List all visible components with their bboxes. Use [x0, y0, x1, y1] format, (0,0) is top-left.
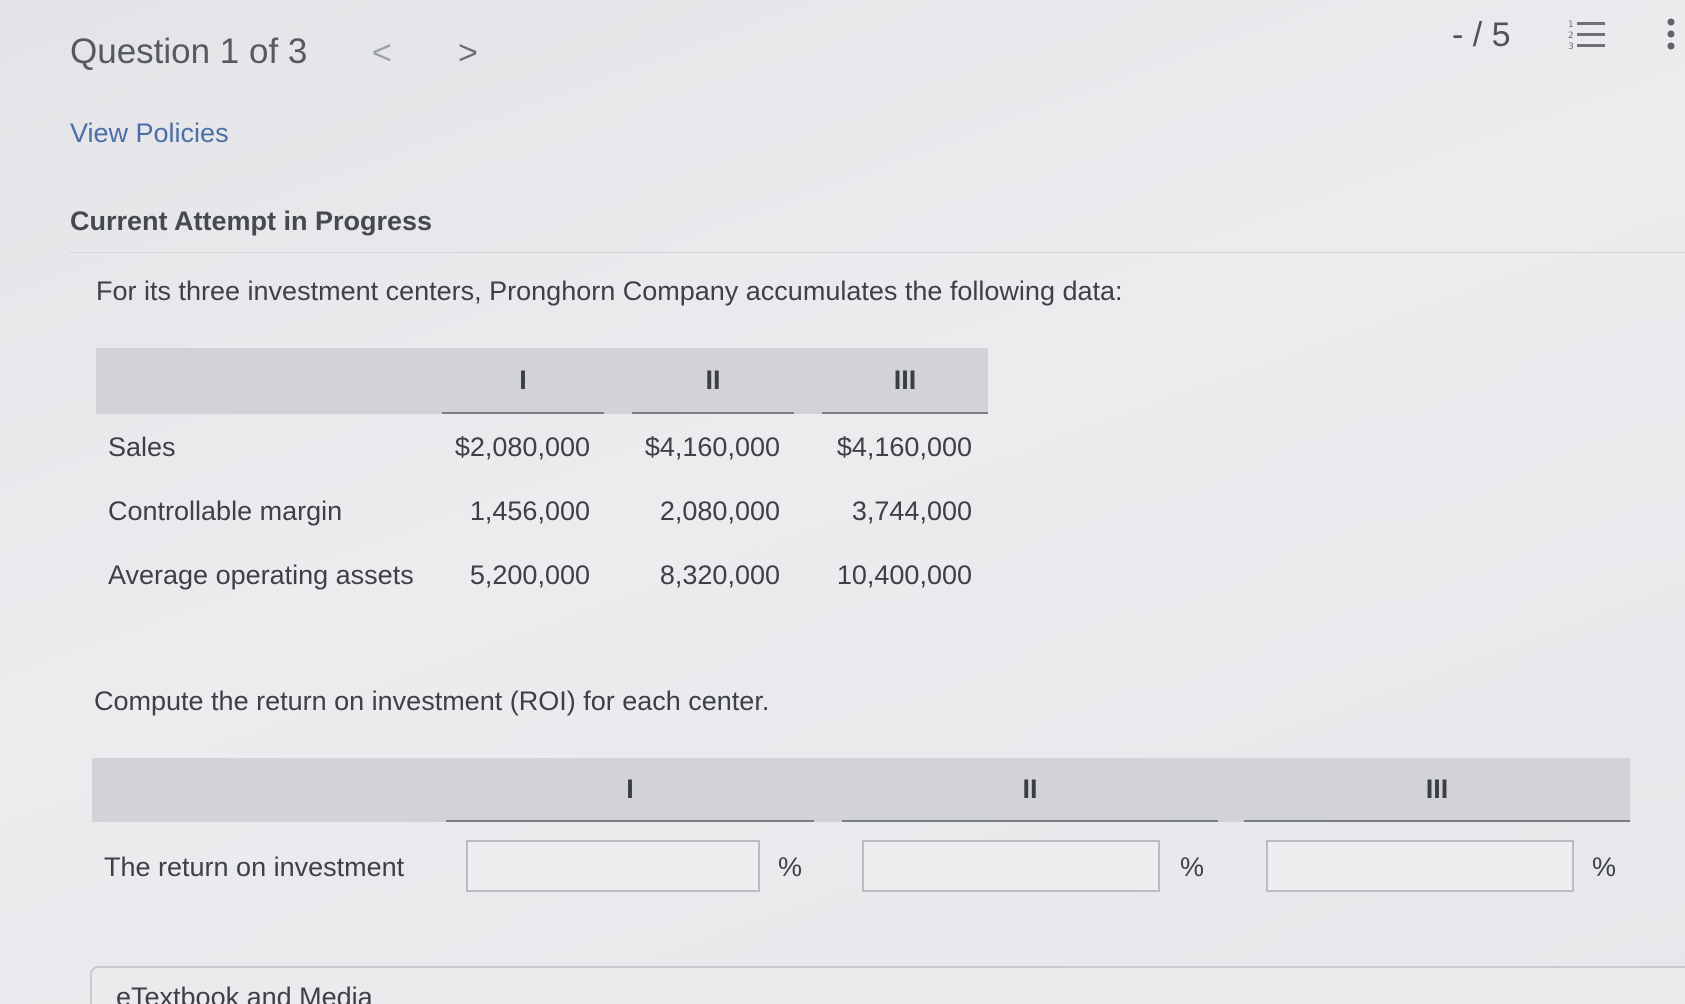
table-cell: 5,200,000	[469, 560, 590, 590]
table-row-average-operating-assets: Average operating assets 5,200,000 8,320…	[96, 542, 988, 606]
attempt-heading: Current Attempt in Progress	[70, 206, 433, 236]
svg-text:1: 1	[1568, 20, 1574, 30]
svg-text:2: 2	[1568, 31, 1574, 41]
column-header-iii: III	[822, 348, 988, 414]
column-header-ii: II	[632, 348, 794, 414]
table-cell: 2,080,000	[659, 496, 780, 526]
answer-column-header-i: I	[446, 758, 814, 822]
row-label: Controllable margin	[108, 496, 343, 526]
table-cell: $4,160,000	[644, 432, 780, 462]
roi-input-center-ii[interactable]	[862, 840, 1160, 892]
table-cell: $4,160,000	[836, 432, 972, 462]
next-question-button[interactable]: >	[458, 34, 478, 73]
answer-column-header-ii: II	[842, 758, 1218, 822]
data-table: I II III Sales $2,080,000 $4,160,000 $4,…	[96, 348, 988, 606]
numbered-list-icon[interactable]: 1 2 3	[1568, 18, 1608, 52]
roi-row-label: The return on investment	[104, 852, 405, 882]
question-intro-text: For its three investment centers, Prongh…	[96, 276, 1123, 306]
etextbook-and-media-panel[interactable]: eTextbook and Media	[90, 966, 1685, 1004]
vertical-ellipsis-icon[interactable]	[1664, 16, 1678, 52]
compute-instruction: Compute the return on investment (ROI) f…	[94, 686, 770, 716]
percent-unit: %	[1180, 852, 1205, 882]
answer-table-header: I II III	[92, 758, 1630, 822]
row-label: Average operating assets	[108, 560, 414, 590]
table-cell: 10,400,000	[836, 560, 972, 590]
svg-text:3: 3	[1568, 42, 1574, 52]
previous-question-button[interactable]: <	[372, 34, 392, 73]
table-row-controllable-margin: Controllable margin 1,456,000 2,080,000 …	[96, 478, 988, 542]
data-table-header: I II III	[96, 348, 988, 414]
section-divider	[70, 252, 1685, 253]
roi-input-center-iii[interactable]	[1266, 840, 1574, 892]
percent-unit: %	[1592, 852, 1617, 882]
etextbook-label: eTextbook and Media	[116, 982, 373, 1004]
table-cell: 1,456,000	[469, 496, 590, 526]
score-display: - / 5	[1452, 16, 1511, 54]
column-header-i: I	[442, 348, 604, 414]
question-title: Question 1 of 3	[70, 32, 308, 71]
table-cell: $2,080,000	[454, 432, 590, 462]
view-policies-link[interactable]: View Policies	[70, 118, 229, 149]
page: Question 1 of 3 < > - / 5 1 2 3 View Pol…	[0, 0, 1685, 1004]
row-label: Sales	[108, 432, 176, 462]
percent-unit: %	[778, 852, 803, 882]
roi-input-center-i[interactable]	[466, 840, 760, 892]
table-row-sales: Sales $2,080,000 $4,160,000 $4,160,000	[96, 414, 988, 478]
top-bar: Question 1 of 3 < > - / 5 1 2 3	[0, 0, 1685, 110]
answer-column-header-iii: III	[1244, 758, 1630, 822]
table-cell: 3,744,000	[851, 496, 972, 526]
table-cell: 8,320,000	[659, 560, 780, 590]
